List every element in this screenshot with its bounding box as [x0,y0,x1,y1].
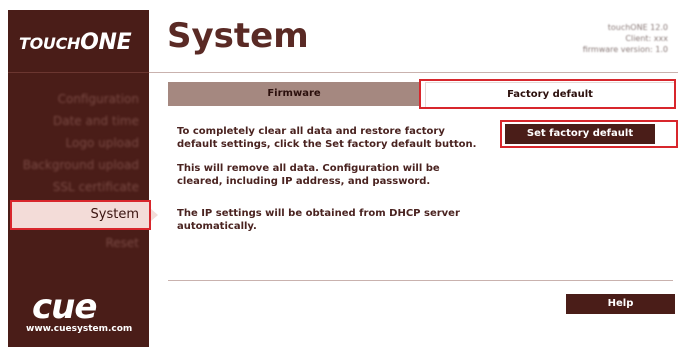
sidebar-item-configuration[interactable]: Configuration [8,88,149,110]
sidebar-item-reset[interactable]: Reset [8,232,149,254]
device-info-line: touchONE 12.0 [607,23,668,32]
brand-touch: TOUCH [19,34,81,53]
brand-text: TOUCHONE [19,30,132,55]
sidebar-item-system[interactable]: System [10,200,158,230]
sidebar-item-logo-upload[interactable]: Logo upload [8,132,149,154]
device-info-line: firmware version: 1.0 [582,45,668,54]
tab-firmware[interactable]: Firmware [168,82,420,106]
sidebar-item-date-and-time[interactable]: Date and time [8,110,149,132]
cue-url[interactable]: www.cuesystem.com [26,324,132,334]
help-button[interactable]: Help [566,294,675,314]
sidebar-item-background-upload[interactable]: Background upload [8,154,149,176]
warning-text: This will remove all data. Configuration… [177,163,440,187]
touchone-logo: TOUCHONE [8,10,149,73]
app-frame: TOUCHONE Configuration Date and time Log… [8,10,678,347]
main-content: System touchONE 12.0 Client: xxx firmwar… [149,10,678,347]
page-title: System [167,16,309,56]
tab-highlight-box [419,79,676,109]
bottom-divider [168,280,673,281]
dhcp-note-text: The IP settings will be obtained from DH… [177,208,460,232]
instruction-text: To completely clear all data and restore… [177,126,477,150]
sidebar-item-label: System [90,207,139,222]
sidebar-nav: Configuration Date and time Logo upload … [8,88,158,254]
sidebar-item-ssl-certificate[interactable]: SSL certificate [8,176,149,198]
button-highlight-box [500,120,678,148]
title-divider [149,72,678,73]
sidebar: TOUCHONE Configuration Date and time Log… [8,10,158,347]
device-info: touchONE 12.0 Client: xxx firmware versi… [583,22,668,55]
brand-one: ONE [80,30,132,55]
cue-logo: cue [32,287,97,327]
device-info-line: Client: xxx [625,34,668,43]
